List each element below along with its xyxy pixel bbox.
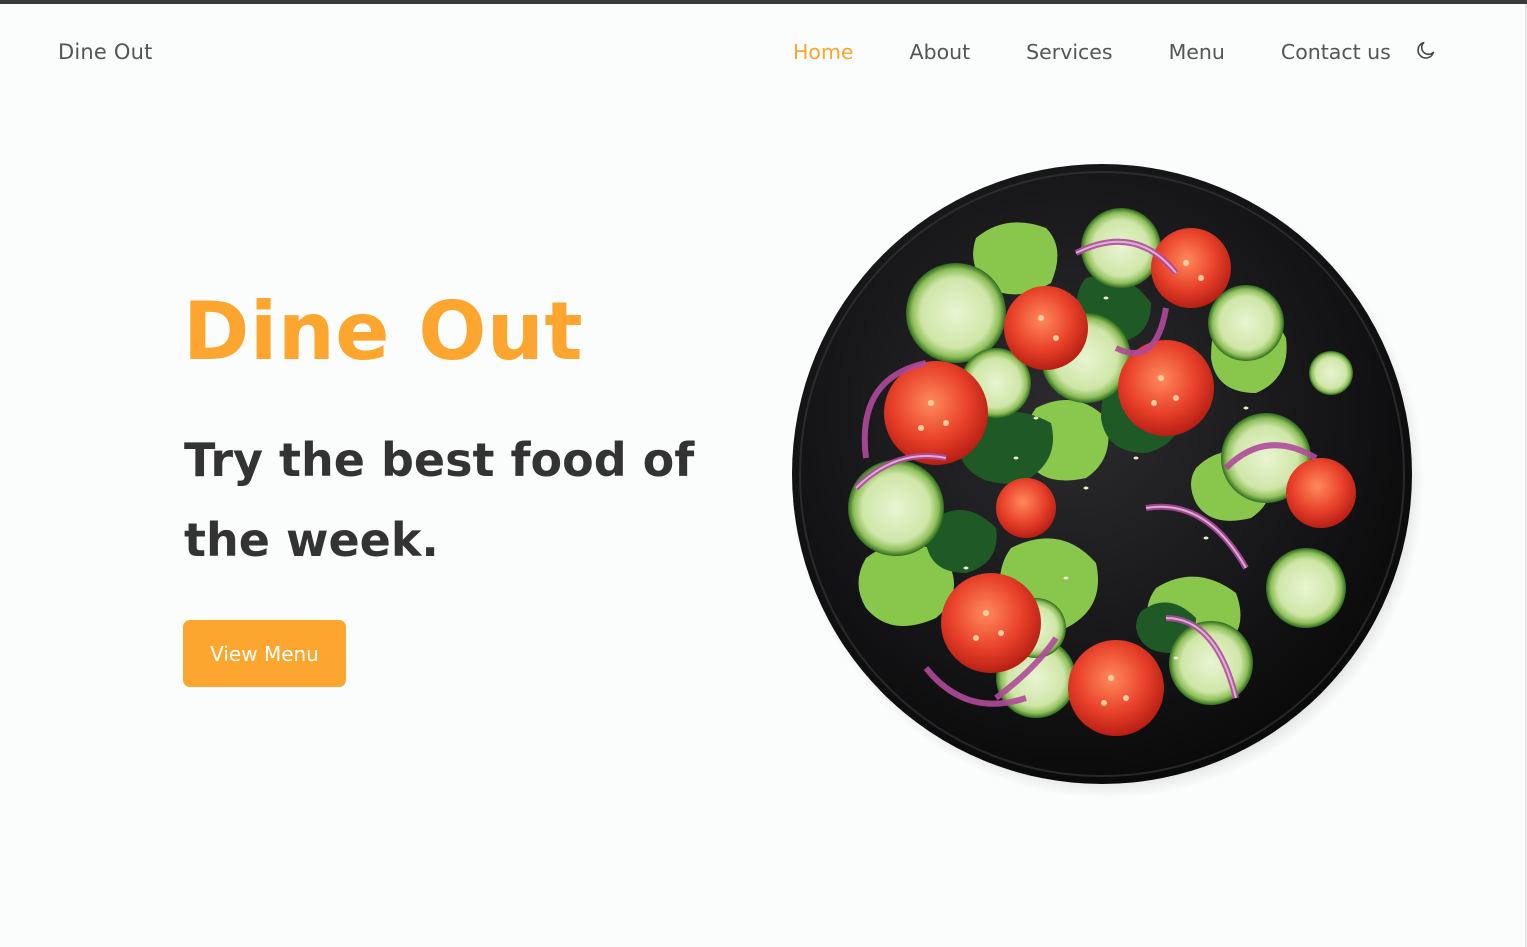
view-menu-button[interactable]: View Menu (183, 620, 346, 687)
main-nav: Home About Services Menu Contact us (793, 40, 1437, 64)
hero-subtitle: Try the best food of the week. (184, 433, 695, 567)
salad-bowl-image (786, 158, 1426, 798)
nav-link-contact[interactable]: Contact us (1281, 40, 1391, 64)
nav-link-about[interactable]: About (910, 40, 971, 64)
nav-link-menu[interactable]: Menu (1169, 40, 1225, 64)
nav-link-services[interactable]: Services (1026, 40, 1112, 64)
nav-link-home[interactable]: Home (793, 40, 854, 64)
brand-logo-text[interactable]: Dine Out (58, 40, 153, 64)
site-header: Dine Out Home About Services Menu Contac… (0, 4, 1527, 104)
moon-icon[interactable] (1415, 39, 1437, 61)
hero-title: Dine Out (183, 285, 584, 378)
